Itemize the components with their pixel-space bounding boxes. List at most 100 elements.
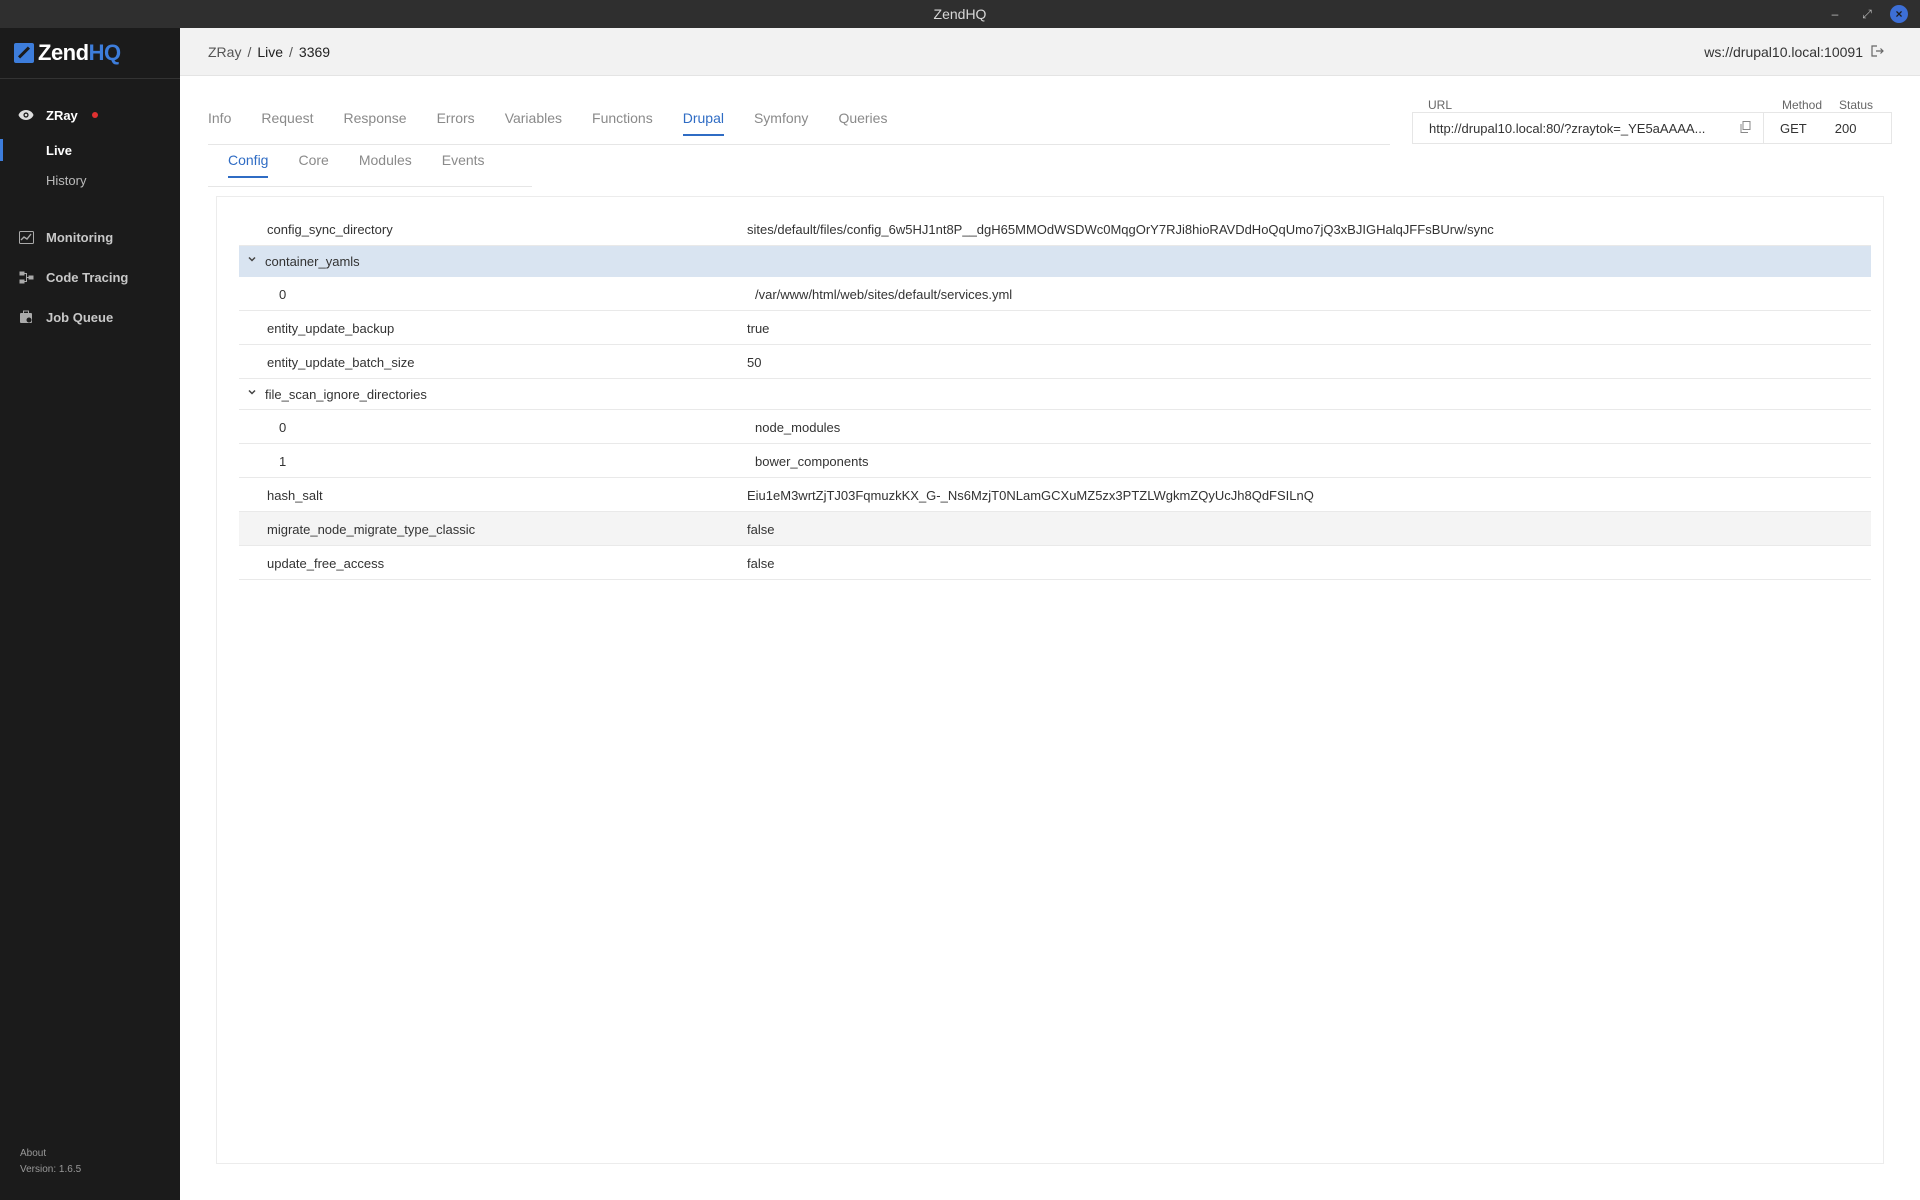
sidebar-item-job-queue[interactable]: Job Queue (0, 297, 180, 337)
tab-request[interactable]: Request (261, 110, 313, 136)
page-header: ZRay / Live / 3369 ws://drupal10.local:1… (180, 28, 1920, 76)
about-link[interactable]: About (20, 1146, 81, 1162)
breadcrumb-sep: / (247, 44, 252, 60)
maximize-icon[interactable]: ⤢ (1858, 5, 1876, 23)
config-key: migrate_node_migrate_type_classic (267, 522, 476, 537)
status-label: Status (1839, 98, 1874, 112)
disconnect-icon[interactable] (1871, 44, 1884, 60)
breadcrumb: ZRay / Live / 3369 (208, 44, 330, 60)
config-value: bower_components (755, 454, 869, 469)
breadcrumb-request-id: 3369 (298, 44, 331, 60)
config-table: config_sync_directory sites/default/file… (239, 212, 1871, 580)
tab-errors[interactable]: Errors (437, 110, 475, 136)
window-title: ZendHQ (933, 6, 987, 22)
sidebar-nav: Monitoring Code Tracing Job Queue (0, 185, 180, 337)
config-value: /var/www/html/web/sites/default/services… (755, 287, 1013, 302)
tab-response[interactable]: Response (344, 110, 407, 136)
copy-icon[interactable] (1740, 120, 1751, 136)
config-key: config_sync_directory (267, 222, 393, 237)
tab-functions[interactable]: Functions (592, 110, 653, 136)
sidebar-item-code-tracing[interactable]: Code Tracing (0, 257, 180, 297)
logo-zend-text: Zend (38, 40, 89, 65)
request-url-value: http://drupal10.local:80/?zraytok=_YE5aA… (1429, 120, 1706, 136)
zray-section: ZRay Live History (0, 95, 180, 195)
minimize-icon[interactable]: – (1826, 5, 1844, 23)
window-titlebar: ZendHQ – ⤢ × (0, 0, 1920, 28)
config-value: true (747, 321, 770, 336)
logo-hq-text: HQ (88, 40, 122, 65)
code-tracing-label: Code Tracing (46, 269, 129, 285)
monitoring-icon (18, 229, 34, 245)
sidebar-divider (0, 78, 180, 79)
config-key: entity_update_backup (267, 321, 395, 336)
config-value: Eiu1eM3wrtZjTJ03FqmuzkKX_G-_Ns6MzjT0NLam… (747, 488, 1314, 503)
main-tabs: Info Request Response Errors Variables F… (208, 110, 887, 136)
config-child-row[interactable]: 0 node_modules (239, 410, 1871, 444)
chevron-down-icon[interactable] (247, 254, 259, 268)
config-row[interactable]: entity_update_batch_size 50 (239, 345, 1871, 379)
config-row[interactable]: hash_salt Eiu1eM3wrtZjTJ03FqmuzkKX_G-_Ns… (239, 478, 1871, 512)
zray-label: ZRay (46, 107, 78, 123)
close-icon[interactable]: × (1890, 5, 1908, 23)
zendhq-logo: ZendHQ (14, 40, 121, 66)
config-key: hash_salt (267, 488, 323, 503)
config-row[interactable]: migrate_node_migrate_type_classic false (239, 512, 1871, 546)
breadcrumb-zray[interactable]: ZRay (208, 44, 241, 60)
subtab-events[interactable]: Events (442, 152, 485, 178)
config-child-row[interactable]: 0 /var/www/html/web/sites/default/servic… (239, 277, 1871, 311)
config-index: 1 (279, 454, 287, 469)
tab-drupal[interactable]: Drupal (682, 110, 725, 136)
tab-info[interactable]: Info (208, 110, 231, 136)
job-queue-icon (18, 309, 34, 325)
config-group-row[interactable]: file_scan_ignore_directories (239, 379, 1871, 410)
config-index: 0 (279, 420, 287, 435)
config-row[interactable]: update_free_access false (239, 546, 1871, 580)
sidebar-item-live[interactable]: Live (0, 135, 180, 165)
method-label: Method (1782, 98, 1823, 112)
request-method-status: GET 200 (1763, 112, 1892, 144)
tabs-divider (208, 144, 1390, 145)
breadcrumb-live[interactable]: Live (257, 44, 283, 60)
config-value: 50 (747, 355, 762, 370)
config-value: false (747, 556, 775, 571)
drupal-subtabs: Config Core Modules Events (228, 152, 485, 178)
config-index: 0 (279, 287, 287, 302)
config-value: node_modules (755, 420, 841, 435)
config-value: false (747, 522, 775, 537)
websocket-url: ws://drupal10.local:10091 (1704, 44, 1863, 60)
sidebar-footer: About Version: 1.6.5 (20, 1146, 81, 1178)
config-key: update_free_access (267, 556, 385, 571)
code-tracing-icon (18, 269, 34, 285)
url-label: URL (1428, 98, 1453, 112)
request-status-value: 200 (1834, 120, 1857, 136)
tab-queries[interactable]: Queries (838, 110, 887, 136)
sidebar-item-zray[interactable]: ZRay (0, 95, 180, 135)
config-group-row[interactable]: container_yamls (239, 246, 1871, 277)
eye-icon (18, 107, 34, 123)
breadcrumb-sep: / (289, 44, 293, 60)
subtab-core[interactable]: Core (298, 152, 328, 178)
version-label: Version: 1.6.5 (20, 1164, 82, 1175)
config-group-key: container_yamls (265, 254, 360, 269)
config-group-key: file_scan_ignore_directories (265, 387, 427, 402)
monitoring-label: Monitoring (46, 229, 114, 245)
request-url: http://drupal10.local:80/?zraytok=_YE5aA… (1412, 112, 1764, 144)
zend-logo-icon (14, 43, 34, 63)
request-summary: URL Method Status http://drupal10.local:… (1412, 96, 1892, 146)
websocket-address: ws://drupal10.local:10091 (1704, 44, 1884, 60)
sidebar: ZendHQ ZRay Live History Monitoring Code… (0, 28, 180, 1200)
job-queue-label: Job Queue (46, 309, 114, 325)
subtab-modules[interactable]: Modules (359, 152, 412, 178)
config-row[interactable]: entity_update_backup true (239, 311, 1871, 345)
request-method-value: GET (1780, 120, 1807, 136)
sidebar-item-monitoring[interactable]: Monitoring (0, 217, 180, 257)
config-row[interactable]: config_sync_directory sites/default/file… (239, 212, 1871, 246)
tab-symfony[interactable]: Symfony (754, 110, 808, 136)
live-indicator-dot (91, 112, 98, 118)
tab-variables[interactable]: Variables (505, 110, 562, 136)
subtab-config[interactable]: Config (228, 152, 269, 178)
config-child-row[interactable]: 1 bower_components (239, 444, 1871, 478)
chevron-down-icon[interactable] (247, 387, 259, 401)
subtabs-divider (208, 186, 532, 187)
config-key: entity_update_batch_size (267, 355, 415, 370)
